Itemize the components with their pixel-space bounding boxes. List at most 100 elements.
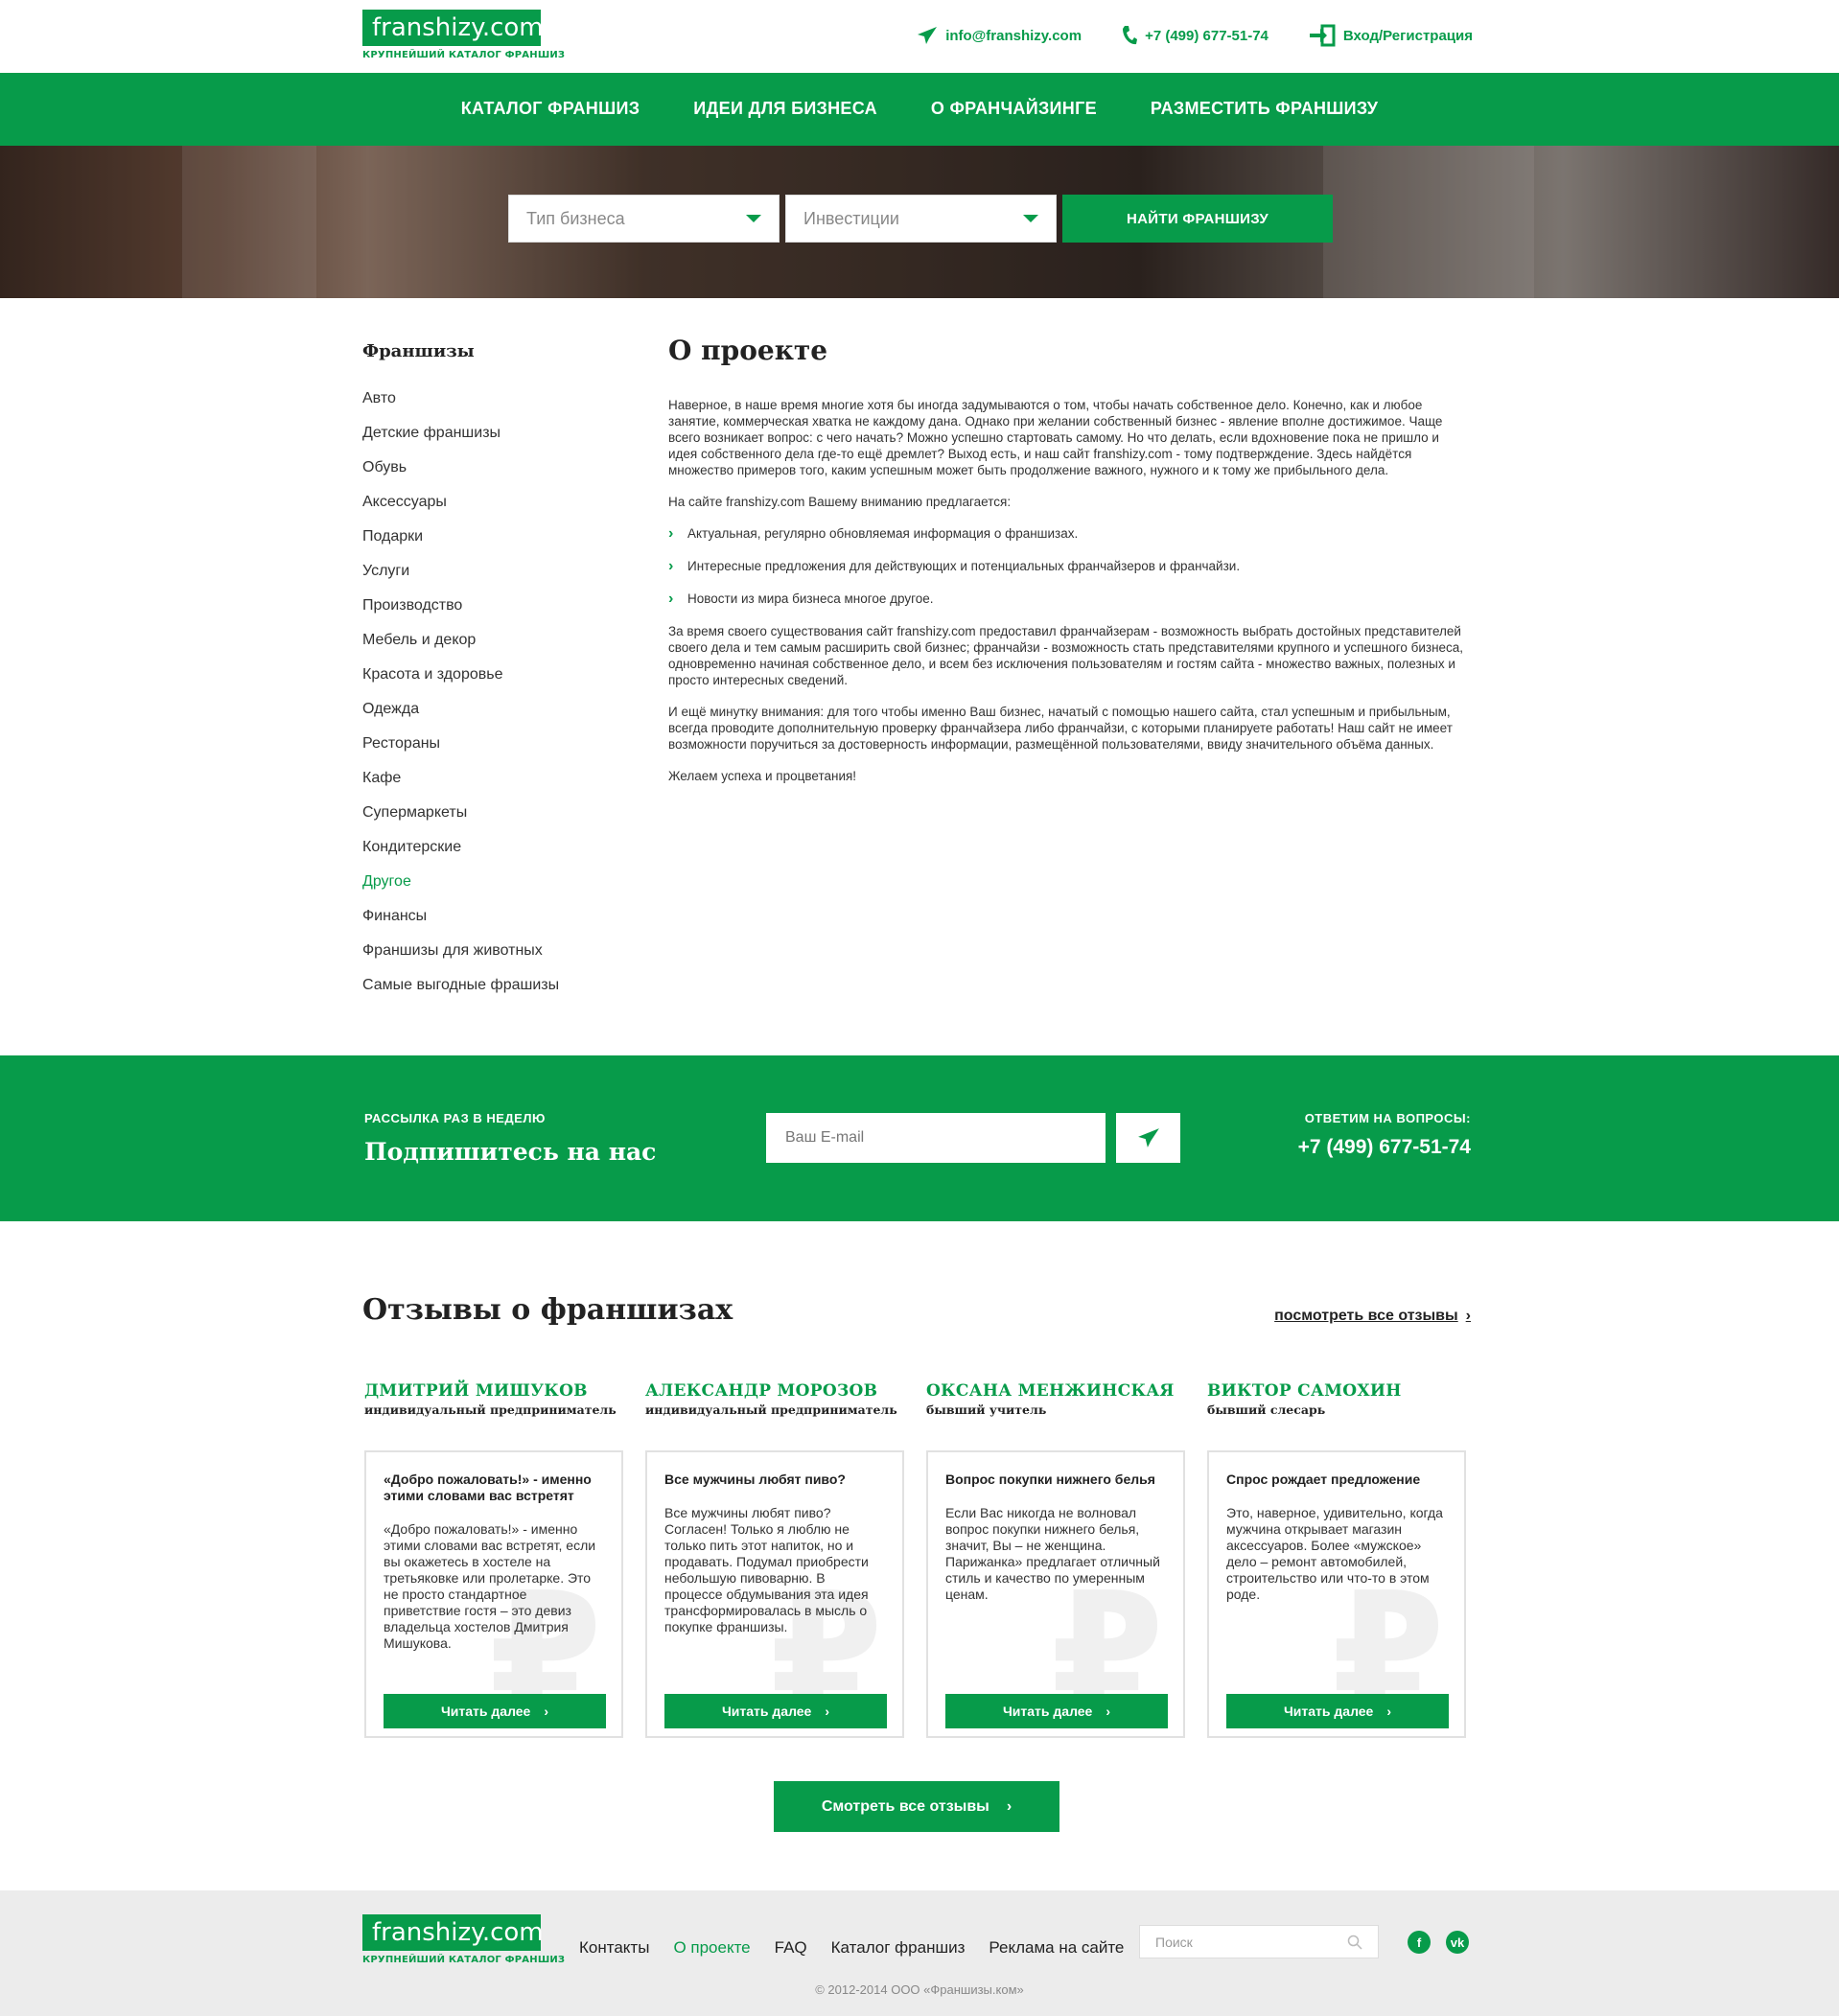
nav-item-catalog[interactable]: КАТАЛОГ ФРАНШИЗ xyxy=(461,99,640,119)
footer-link[interactable]: Каталог франшиз xyxy=(831,1938,966,1958)
sidebar-item[interactable]: Другое xyxy=(362,872,612,907)
sidebar-item[interactable]: Одежда xyxy=(362,700,612,734)
reviewer-role: индивидуальный предприниматель xyxy=(645,1402,897,1417)
chevron-right-icon: › xyxy=(1386,1703,1392,1719)
reviews-title: Отзывы о франшизах xyxy=(362,1293,733,1327)
footer-logo[interactable]: franshizy.com КРУПНЕЙШИЙ КАТАЛОГ ФРАНШИЗ xyxy=(362,1914,565,1965)
sidebar-item[interactable]: Мебель и декор xyxy=(362,631,612,665)
review-card: ДМИТРИЙ МИШУКОВ индивидуальный предприним… xyxy=(364,1381,623,1738)
subscribe-section: РАССЫЛКА РАЗ В НЕДЕЛЮ Подпишитесь на нас… xyxy=(0,1055,1839,1221)
main-nav: КАТАЛОГ ФРАНШИЗ ИДЕИ ДЛЯ БИЗНЕСА О ФРАНЧ… xyxy=(0,73,1839,146)
login-link[interactable]: Вход/Регистрация xyxy=(1309,24,1473,47)
business-type-select[interactable]: Тип бизнеса xyxy=(508,195,780,243)
chevron-right-icon: › xyxy=(668,525,674,542)
subscribe-send-button[interactable] xyxy=(1116,1113,1180,1163)
paper-plane-icon xyxy=(1137,1128,1159,1147)
review-box: ₽ Все мужчины любят пиво? Все мужчины любя… xyxy=(645,1450,904,1738)
nav-item-ideas[interactable]: ИДЕИ ДЛЯ БИЗНЕСА xyxy=(693,99,877,119)
find-franchise-button[interactable]: НАЙТИ ФРАНШИЗУ xyxy=(1062,195,1333,243)
logo-text: franshizy.com xyxy=(362,1914,544,1951)
facebook-icon[interactable]: f xyxy=(1408,1931,1431,1954)
logo-tagline: КРУПНЕЙШИЙ КАТАЛОГ ФРАНШИЗ xyxy=(362,50,566,60)
nav-item-about-franchising[interactable]: О ФРАНЧАЙЗИНГЕ xyxy=(931,99,1097,119)
review-title: Все мужчины любят пиво? xyxy=(664,1471,846,1487)
sidebar-item[interactable]: Производство xyxy=(362,596,612,631)
chevron-right-icon: › xyxy=(825,1703,830,1719)
login-text: Вход/Регистрация xyxy=(1342,27,1473,44)
vk-icon[interactable]: vk xyxy=(1446,1931,1469,1954)
view-all-reviews-button[interactable]: Смотреть все отзывы › xyxy=(774,1781,1059,1832)
article-paragraph: За время своего существования сайт frans… xyxy=(668,624,1464,687)
investment-select[interactable]: Инвестиции xyxy=(785,195,1057,243)
list-item: › Интересные предложения для действующих … xyxy=(668,558,1464,574)
sidebar-item[interactable]: Красота и здоровье xyxy=(362,665,612,700)
read-more-button[interactable]: Читать далее › xyxy=(1226,1694,1449,1728)
review-card: ОКСАНА МЕНЖИНСКАЯ бывший учитель ₽ Вопрос п… xyxy=(926,1381,1185,1738)
footer-link[interactable]: О проекте xyxy=(673,1938,750,1958)
footer-link[interactable]: Контакты xyxy=(579,1938,649,1958)
sidebar-item[interactable]: Рестораны xyxy=(362,734,612,769)
review-cards: ДМИТРИЙ МИШУКОВ индивидуальный предприним… xyxy=(364,1381,1466,1738)
sidebar-item[interactable]: Детские франшизы xyxy=(362,424,612,458)
sidebar-title: Франшизы xyxy=(362,341,475,361)
sidebar-item[interactable]: Кафе xyxy=(362,769,612,803)
page-title: О проекте xyxy=(668,335,828,366)
chevron-down-icon xyxy=(1023,215,1038,222)
chevron-right-icon: › xyxy=(1006,1797,1013,1815)
list-item: › Актуальная, регулярно обновляемая инфор… xyxy=(668,525,1464,542)
phone-link[interactable]: +7 (499) 677-51-74 xyxy=(1122,24,1269,47)
subscribe-email-input[interactable]: Ваш E-mail xyxy=(766,1113,1106,1163)
answer-phone[interactable]: +7 (499) 677-51-74 xyxy=(1298,1136,1471,1159)
chevron-right-icon: › xyxy=(668,591,674,607)
email-text: info@franshizy.com xyxy=(945,27,1082,44)
review-card: ВИКТОР САМОХИН бывший слесарь ₽ Спрос рожда… xyxy=(1207,1381,1466,1738)
sidebar-item[interactable]: Самые выгодные фрашизы xyxy=(362,976,612,1010)
review-box: ₽ Вопрос покупки нижнего белья Если Вас ни… xyxy=(926,1450,1185,1738)
review-text: Если Вас никогда не волновал вопрос поку… xyxy=(945,1505,1160,1602)
nav-item-place-franchise[interactable]: РАЗМЕСТИТЬ ФРАНШИЗУ xyxy=(1151,99,1378,119)
sidebar-item[interactable]: Кондитерские xyxy=(362,838,612,872)
email-link[interactable]: info@franshizy.com xyxy=(917,24,1082,47)
read-more-label: Читать далее xyxy=(1283,1703,1374,1719)
sidebar-item[interactable]: Подарки xyxy=(362,527,612,562)
sidebar-list: Авто Детские франшизы Обувь Аксессуары Подар… xyxy=(362,389,612,1010)
chevron-right-icon: › xyxy=(1465,1308,1471,1324)
reviewer-name: АЛЕКСАНДР МОРОЗОВ xyxy=(645,1381,878,1401)
see-all-reviews-link[interactable]: посмотреть все отзывы › xyxy=(1274,1308,1471,1325)
site-header: franshizy.com КРУПНЕЙШИЙ КАТАЛОГ ФРАНШИЗ… xyxy=(362,0,1473,73)
reviews-section: Отзывы о франшизах посмотреть все отзывы… xyxy=(0,1221,1839,1892)
sidebar-item[interactable]: Финансы xyxy=(362,907,612,941)
sidebar-item[interactable]: Франшизы для животных xyxy=(362,941,612,976)
footer-search-placeholder: Поиск xyxy=(1155,1934,1193,1950)
login-icon xyxy=(1309,24,1336,47)
article-paragraph: Наверное, в наше время многие хотя бы ин… xyxy=(668,398,1443,477)
footer-link[interactable]: Реклама на сайте xyxy=(989,1938,1124,1958)
subscribe-title: Подпишитесь на нас xyxy=(364,1138,657,1166)
header-contacts: info@franshizy.com +7 (499) 677-51-74 Вх… xyxy=(917,24,1473,47)
sidebar-item[interactable]: Аксессуары xyxy=(362,493,612,527)
subscribe-label: РАССЫЛКА РАЗ В НЕДЕЛЮ xyxy=(364,1111,546,1125)
sidebar: Франшизы Авто Детские франшизы Обувь Аксесс… xyxy=(362,341,612,1010)
read-more-button[interactable]: Читать далее › xyxy=(664,1694,887,1728)
sidebar-item[interactable]: Обувь xyxy=(362,458,612,493)
content-area: Франшизы Авто Детские франшизы Обувь Аксесс… xyxy=(362,298,1473,1055)
logo[interactable]: franshizy.com КРУПНЕЙШИЙ КАТАЛОГ ФРАНШИЗ xyxy=(362,10,565,60)
chevron-right-icon: › xyxy=(668,558,674,574)
read-more-button[interactable]: Читать далее › xyxy=(384,1694,606,1728)
sidebar-item[interactable]: Авто xyxy=(362,389,612,424)
read-more-label: Читать далее xyxy=(721,1703,812,1719)
review-box: ₽ Спрос рождает предложение Это, наверное,… xyxy=(1207,1450,1466,1738)
reviewer-role: индивидуальный предприниматель xyxy=(364,1402,617,1417)
sidebar-item[interactable]: Супермаркеты xyxy=(362,803,612,838)
review-text: Все мужчины любят пиво? Согласен! Только… xyxy=(664,1505,869,1634)
article-paragraph: Желаем успеха и процветания! xyxy=(668,769,857,783)
read-more-button[interactable]: Читать далее › xyxy=(945,1694,1168,1728)
sidebar-item[interactable]: Услуги xyxy=(362,562,612,596)
footer-link[interactable]: FAQ xyxy=(775,1938,807,1958)
investment-placeholder: Инвестиции xyxy=(803,208,899,228)
reviewer-role: бывший слесарь xyxy=(1207,1402,1326,1417)
chevron-right-icon: › xyxy=(544,1703,549,1719)
review-title: «Добро пожаловать!» - именно этими слова… xyxy=(384,1471,592,1503)
footer-search-input[interactable]: Поиск xyxy=(1139,1925,1379,1958)
copyright: © 2012-2014 ООО «Франшизы.ком» xyxy=(815,1982,1024,1997)
